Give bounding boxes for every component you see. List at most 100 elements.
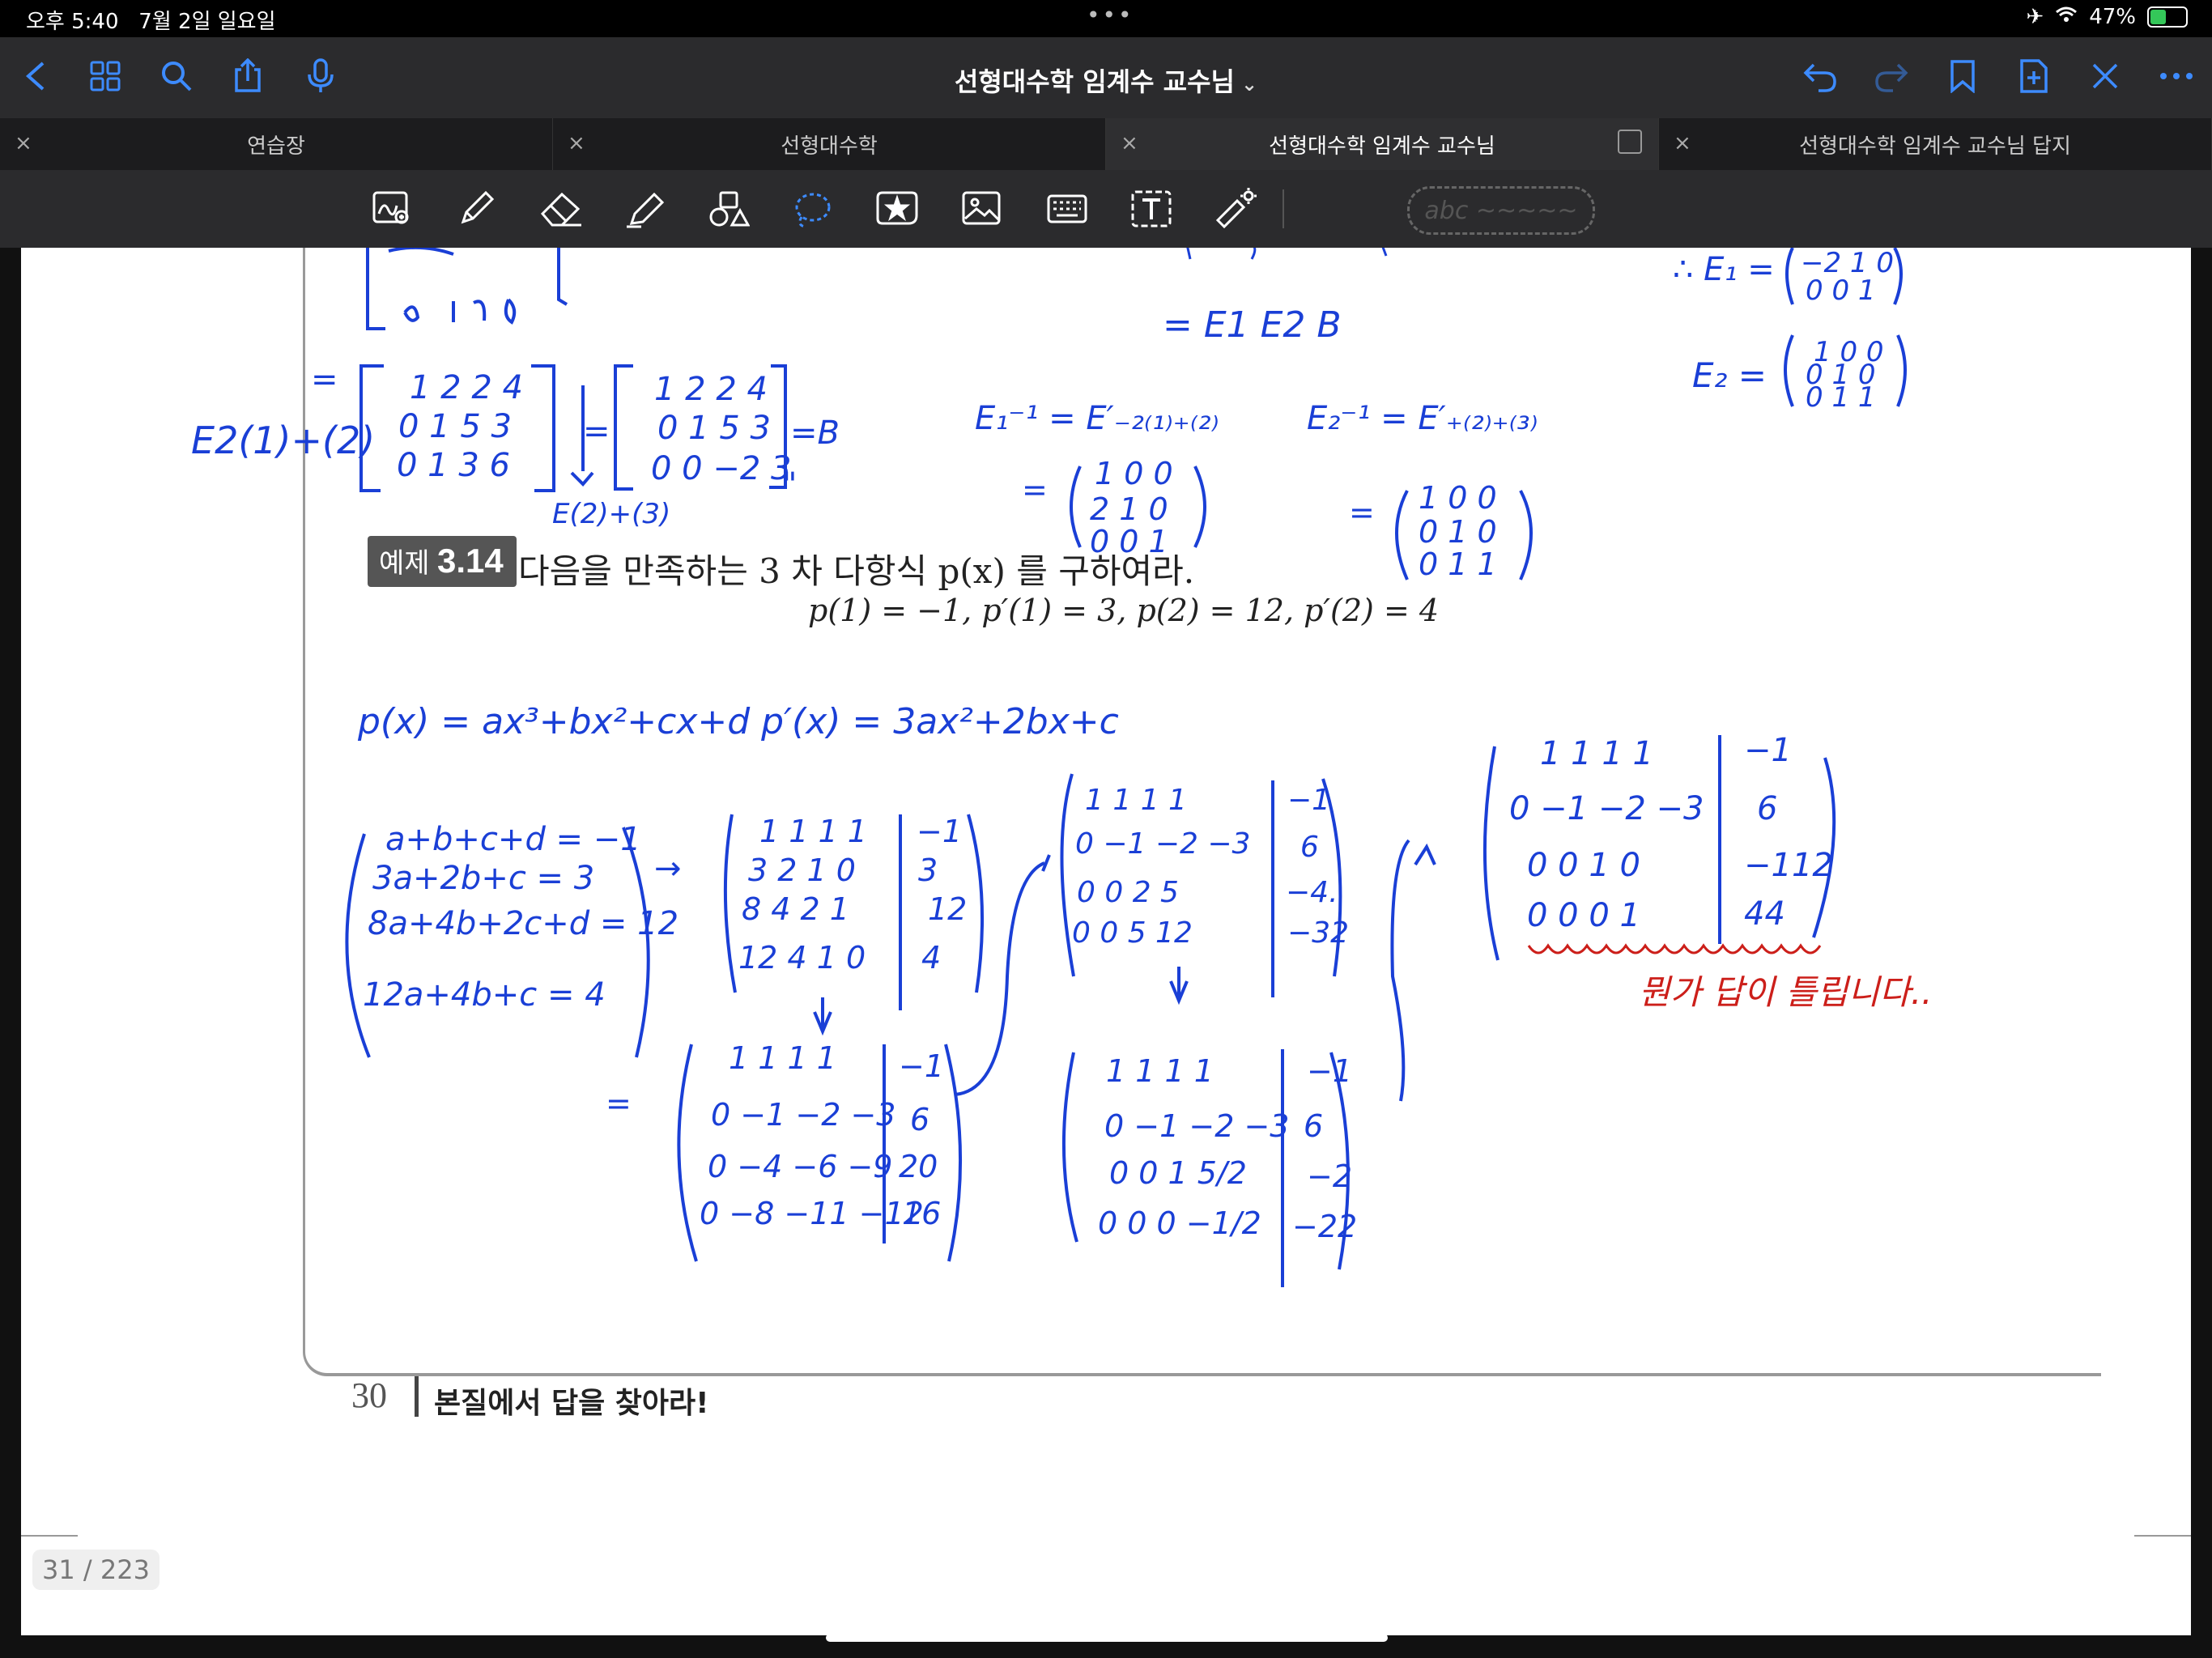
laser-pointer-icon[interactable] [1211, 185, 1260, 233]
close-icon[interactable]: × [1674, 131, 1691, 155]
ink-e2-label: E2(1)+(2) [191, 419, 375, 462]
svg-text:1 2 2 4: 1 2 2 4 [410, 369, 523, 406]
tab-linear-algebra-professor[interactable]: × 선형대수학 임계수 교수님 [1106, 118, 1659, 170]
svg-text:0 1 5 3: 0 1 5 3 [398, 408, 512, 445]
battery-percent: 47% [2089, 5, 2136, 29]
pen-style-preview[interactable]: abc ~~~~~ [1407, 186, 1595, 235]
svg-text:−2: −2 [1307, 1158, 1352, 1194]
multitask-dots[interactable]: ••• [1087, 2, 1134, 28]
svg-text:0 −1 −2 −3: 0 −1 −2 −3 [1509, 790, 1704, 827]
keyboard-icon[interactable] [1043, 185, 1091, 233]
add-page-icon[interactable] [2010, 52, 2058, 100]
svg-text:−1: −1 [917, 814, 962, 849]
svg-text:3 2 1 0: 3 2 1 0 [748, 852, 856, 888]
svg-text:=: = [1349, 495, 1375, 530]
status-time: 오후 5:40 7월 2일 일요일 [26, 10, 276, 34]
svg-text:0 0 −2 3: 0 0 −2 3 [651, 450, 791, 487]
svg-text:−32: −32 [1287, 916, 1349, 950]
airplane-icon: ✈ [2026, 5, 2044, 29]
svg-text:12a+4b+c = 4: 12a+4b+c = 4 [363, 976, 606, 1014]
svg-text:4: 4 [921, 940, 941, 976]
ink-e2-inverse: E₂⁻¹ = E′₊₍₂₎₊₍₃₎ [1307, 400, 1538, 437]
close-icon[interactable]: × [568, 131, 585, 155]
svg-text:20: 20 [899, 1149, 938, 1184]
svg-text:0 −1 −2 −3: 0 −1 −2 −3 [1075, 827, 1250, 861]
svg-text:6: 6 [1757, 790, 1777, 827]
svg-text:0 0 5 12: 0 0 5 12 [1072, 916, 1193, 950]
svg-text:0 0 1 0: 0 0 1 0 [1527, 847, 1640, 884]
svg-text:−1: −1 [1744, 732, 1792, 769]
handwriting-layer[interactable]: E2(1)+(2) = 1 2 2 4 0 1 5 3 0 1 3 6 1 2 … [0, 248, 2212, 1658]
svg-text:0 −1 −2 −3: 0 −1 −2 −3 [711, 1097, 895, 1133]
ink-matrix-1-values: = 1 2 2 4 0 1 5 3 0 1 3 6 1 2 2 4 0 1 5 … [311, 361, 840, 530]
lasso-icon[interactable] [787, 185, 836, 233]
undo-icon[interactable] [1796, 52, 1844, 100]
document-view[interactable]: 예제 3.14 다음을 만족하는 3 차 다항식 p(x) 를 구하여라. p(… [0, 248, 2212, 1658]
svg-text:E₂ =: E₂ = [1692, 355, 1767, 395]
page-edge-marker [21, 1535, 78, 1537]
tab-linear-algebra[interactable]: × 선형대수학 [553, 118, 1106, 170]
svg-text:0 −4 −6 −9: 0 −4 −6 −9 [708, 1149, 892, 1184]
svg-text:1 1 1 1: 1 1 1 1 [1540, 735, 1653, 772]
svg-text:1 2 2 4: 1 2 2 4 [654, 371, 768, 408]
svg-text:0 −8 −11 −12: 0 −8 −11 −12 [700, 1196, 924, 1231]
tab-practice[interactable]: × 연습장 [0, 118, 553, 170]
svg-text:1 0 0: 1 0 0 [1095, 456, 1173, 491]
svg-text:8 4 2 1: 8 4 2 1 [742, 891, 849, 927]
close-icon[interactable]: × [1121, 131, 1138, 155]
svg-text:6: 6 [1304, 1108, 1323, 1144]
svg-text:": " [782, 466, 797, 504]
svg-text:−1: −1 [899, 1048, 944, 1084]
more-icon[interactable] [2152, 52, 2201, 100]
svg-text:뭔가 답이 틀립니다..: 뭔가 답이 틀립니다.. [1639, 972, 1933, 1012]
svg-text:a+b+c+d = −1: a+b+c+d = −1 [385, 821, 641, 858]
wifi-icon [2055, 5, 2078, 29]
svg-text:3: 3 [918, 852, 938, 888]
close-icon[interactable]: × [15, 131, 32, 155]
svg-text:0 0 2 5: 0 0 2 5 [1077, 876, 1179, 909]
close-tools-icon[interactable] [2081, 52, 2129, 100]
svg-text:−22: −22 [1292, 1209, 1357, 1244]
svg-text:12: 12 [928, 891, 967, 927]
svg-text:0 0 1: 0 0 1 [1090, 524, 1168, 559]
svg-text:=: = [583, 413, 610, 450]
redo-icon[interactable] [1867, 52, 1916, 100]
ink-e1-inverse: E₁⁻¹ = E′₋₂₍₁₎₊₍₂₎ [975, 400, 1219, 437]
text-box-icon[interactable] [1127, 185, 1176, 233]
svg-text:2 1 0: 2 1 0 [1090, 491, 1168, 527]
svg-text:0 0 0 −1/2: 0 0 0 −1/2 [1098, 1205, 1261, 1241]
svg-text:3a+2b+c = 3: 3a+2b+c = 3 [372, 860, 594, 897]
svg-text:1 1 1 1: 1 1 1 1 [1085, 784, 1187, 817]
ink-px-definition: p(x) = ax³+bx²+cx+d p′(x) = 3ax²+2bx+c [357, 701, 1119, 742]
svg-text:12 4 1 0: 12 4 1 0 [738, 940, 866, 976]
image-icon[interactable] [957, 185, 1006, 233]
battery-icon [2147, 6, 2188, 28]
svg-text:=: = [606, 1086, 632, 1121]
svg-text:1 1 1 1: 1 1 1 1 [1106, 1053, 1214, 1089]
svg-text:0 0 1: 0 0 1 [1806, 274, 1876, 307]
shapes-icon[interactable] [704, 185, 753, 233]
zoom-window-icon[interactable] [368, 185, 416, 233]
page-indicator[interactable]: 31 / 223 [32, 1550, 160, 1590]
svg-text:6: 6 [910, 1102, 929, 1137]
sticker-icon[interactable] [873, 185, 921, 233]
svg-text:0 1 3 6: 0 1 3 6 [397, 447, 510, 484]
bookmark-icon[interactable] [1938, 52, 1987, 100]
status-bar: 오후 5:40 7월 2일 일요일 ••• ✈ 47% [0, 0, 2212, 37]
svg-text:1 0 0: 1 0 0 [1419, 480, 1497, 516]
highlighter-icon[interactable] [620, 185, 669, 233]
tab-linear-algebra-answers[interactable]: × 선형대수학 임계수 교수님 답지 [1659, 118, 2212, 170]
split-view-icon[interactable] [1618, 130, 1642, 154]
toolbar-divider [1283, 189, 1284, 228]
eraser-icon[interactable] [538, 185, 586, 233]
svg-text:0 1 1: 0 1 1 [1419, 546, 1497, 582]
svg-text:0 1 5 3: 0 1 5 3 [657, 410, 771, 447]
page-edge-marker [2134, 1535, 2191, 1537]
home-indicator[interactable] [826, 1634, 1388, 1642]
annotation-toolbar: abc ~~~~~ [0, 170, 2212, 248]
svg-text:−1: −1 [1307, 1053, 1352, 1089]
pen-icon[interactable] [452, 185, 500, 233]
svg-text:=B: =B [790, 414, 840, 452]
svg-text:−4.: −4. [1286, 876, 1338, 909]
svg-text:E(2)+(3): E(2)+(3) [552, 498, 670, 530]
